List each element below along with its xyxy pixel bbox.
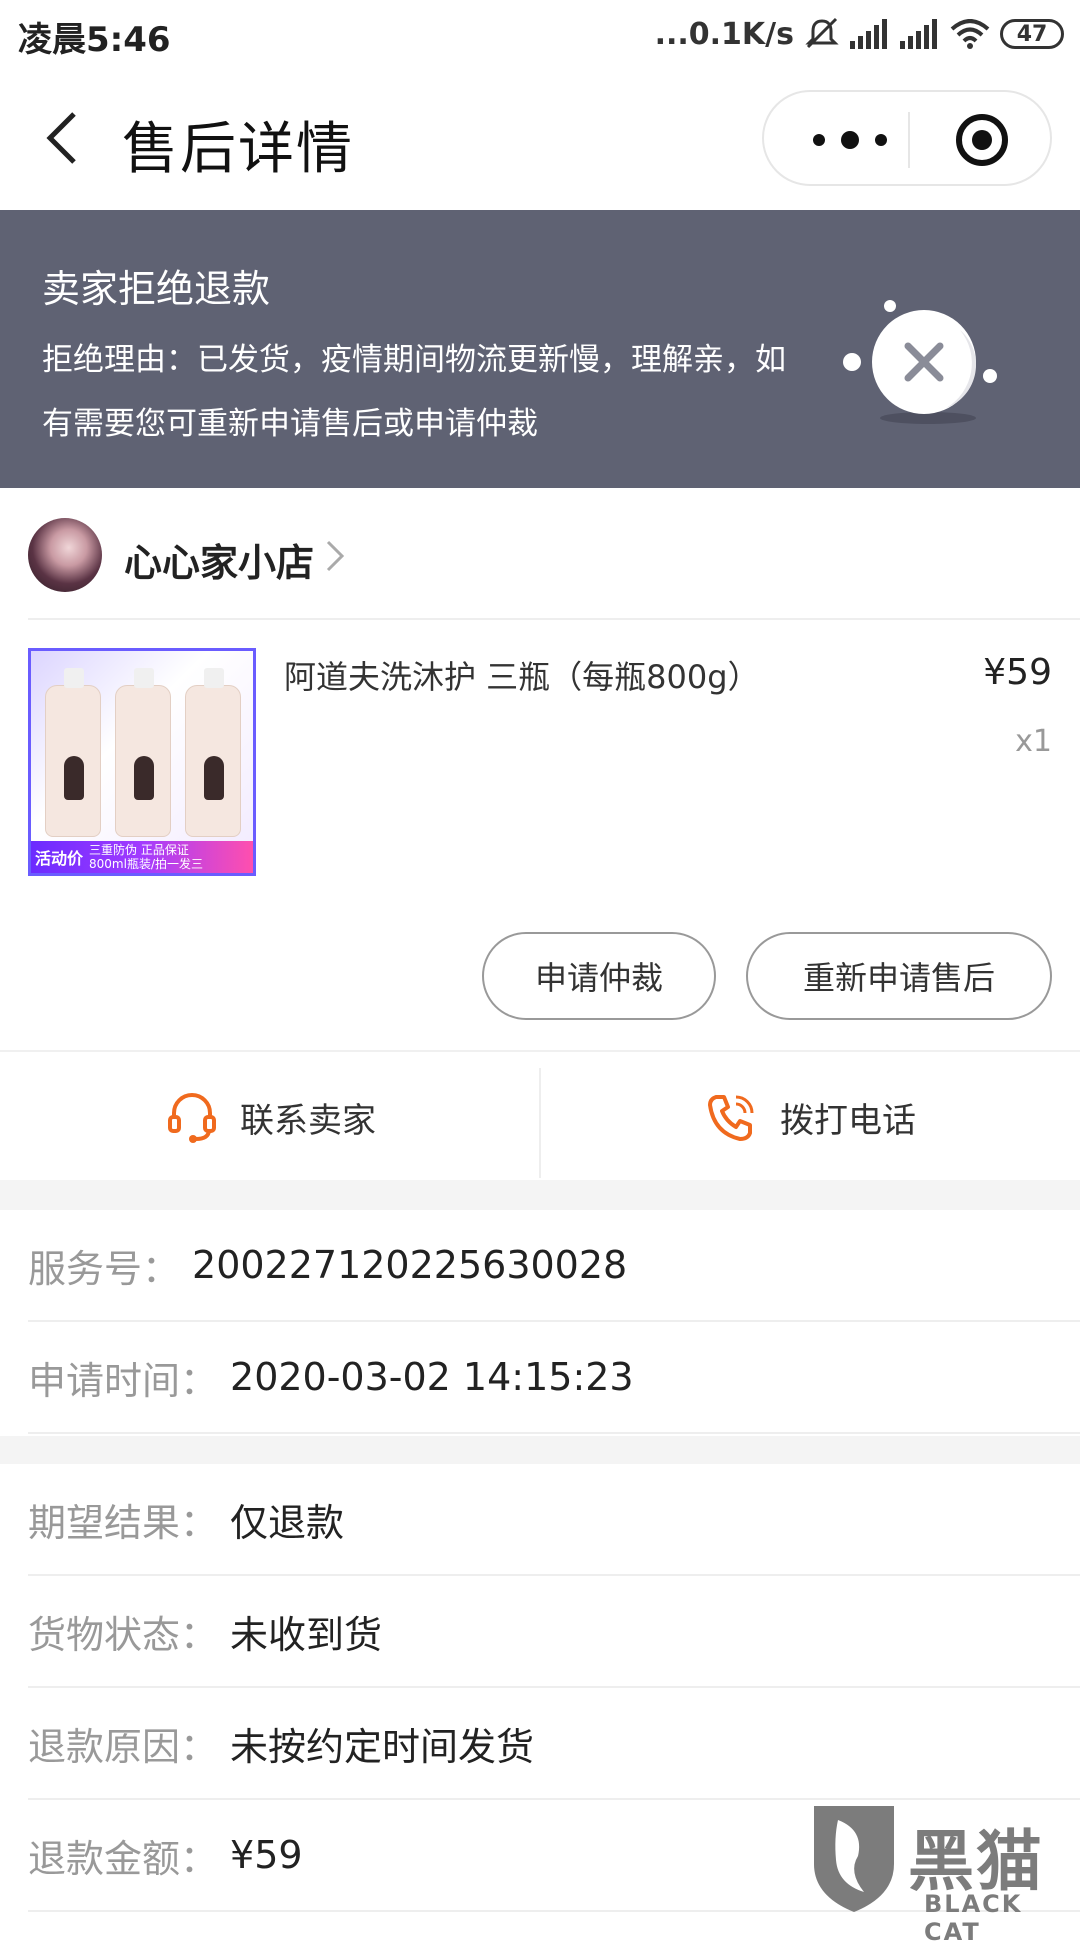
bottle-image [185,668,241,837]
chevron-left-icon[interactable] [36,106,92,170]
service-no-value: 200227120225630028 [192,1243,628,1287]
product-title: 阿道夫洗沐护 三瓶（每瓶800g） [284,658,760,696]
chevron-right-icon [326,540,345,572]
apply-time-label: 申请时间： [28,1358,219,1403]
wifi-icon [950,19,990,49]
promo-text: 三重防伪 正品保证 800ml瓶装/拍一发三 [89,843,203,871]
goods-status-value: 未收到货 [230,1612,383,1657]
reapply-aftersale-button[interactable]: 重新申请售后 [746,932,1052,1020]
status-icons: ...0.1K/s 47 [655,14,1064,54]
apply-arbitration-button[interactable]: 申请仲裁 [482,932,716,1020]
goods-status-row: 货物状态： 未收到货 [28,1576,1080,1688]
shop-header[interactable]: 心心家小店 [0,488,1080,618]
watermark-en: BLACK CAT [924,1890,1023,1946]
headset-icon [168,1093,216,1143]
mute-icon [805,17,839,49]
promo-strip: 活动价 三重防伪 正品保证 800ml瓶装/拍一发三 [31,841,253,873]
network-speed: ...0.1K/s [654,16,794,52]
shop-avatar [28,518,102,592]
refund-reason-label: 退款原因： [28,1724,219,1769]
watermark: 黑猫 BLACK CAT [808,1800,1080,1946]
status-time: 凌晨5:46 [18,20,171,60]
call-phone-label: 拨打电话 [780,1100,916,1141]
more-dots-icon[interactable] [800,110,900,170]
section-gap [0,1180,1080,1210]
call-phone-button[interactable]: 拨打电话 [540,1052,1080,1182]
service-info: 服务号： 200227120225630028 申请时间： 2020-03-02… [0,1210,1080,1436]
refund-reason-row: 退款原因： 未按约定时间发货 [28,1688,1080,1800]
contact-seller-button[interactable]: 联系卖家 [0,1052,540,1182]
target-icon[interactable] [954,112,1010,168]
apply-time-row: 申请时间： 2020-03-02 14:15:23 [28,1322,1080,1434]
action-bar: 申请仲裁 重新申请售后 [0,880,1080,1050]
product-thumbnail: 活动价 三重防伪 正品保证 800ml瓶装/拍一发三 [28,648,256,876]
promo-line2: 800ml瓶装/拍一发三 [89,857,203,871]
expected-result-label: 期望结果： [28,1500,219,1545]
service-no-label: 服务号： [28,1246,181,1291]
mini-program-capsule [762,90,1052,186]
promo-tag: 活动价 [35,849,84,868]
product-item[interactable]: 活动价 三重防伪 正品保证 800ml瓶装/拍一发三 阿道夫洗沐护 三瓶（每瓶8… [0,620,1080,880]
phone-icon [708,1095,754,1141]
refund-reject-reason: 拒绝理由：已发货，疫情期间物流更新慢，理解亲，如有需要您可重新申请售后或申请仲裁 [42,342,786,442]
bottle-image [45,668,101,837]
service-no-row: 服务号： 200227120225630028 [28,1210,1080,1322]
rejected-icon [843,300,997,424]
signal-icon [850,19,887,49]
bottle-image [115,668,171,837]
nav-bar: 售后详情 [0,66,1080,210]
refund-amount-value: ¥59 [230,1833,303,1877]
contact-seller-label: 联系卖家 [240,1100,376,1141]
goods-status-label: 货物状态： [28,1612,219,1657]
expected-result-row: 期望结果： 仅退款 [28,1464,1080,1576]
capsule-divider [908,112,910,168]
product-quantity: x1 [1015,724,1052,759]
shop-name: 心心家小店 [124,541,315,585]
status-bar: 凌晨5:46 ...0.1K/s 47 [0,0,1080,66]
contact-row: 联系卖家 拨打电话 [0,1050,1080,1180]
refund-amount-label: 退款金额： [28,1836,219,1881]
product-price: ¥59 [983,652,1052,693]
promo-line1: 三重防伪 正品保证 [89,843,189,857]
apply-time-value: 2020-03-02 14:15:23 [230,1355,634,1399]
refund-status: 卖家拒绝退款 [42,267,271,311]
refund-status-banner: 卖家拒绝退款 拒绝理由：已发货，疫情期间物流更新慢，理解亲，如有需要您可重新申请… [0,210,1080,488]
refund-reason-value: 未按约定时间发货 [230,1724,535,1769]
page-title: 售后详情 [122,117,354,182]
section-gap [0,1436,1080,1464]
black-cat-logo-icon [814,1806,894,1912]
battery-level: 47 [1016,21,1048,47]
expected-result-value: 仅退款 [230,1500,345,1545]
signal-icon [900,19,937,49]
battery-icon: 47 [1000,19,1064,49]
